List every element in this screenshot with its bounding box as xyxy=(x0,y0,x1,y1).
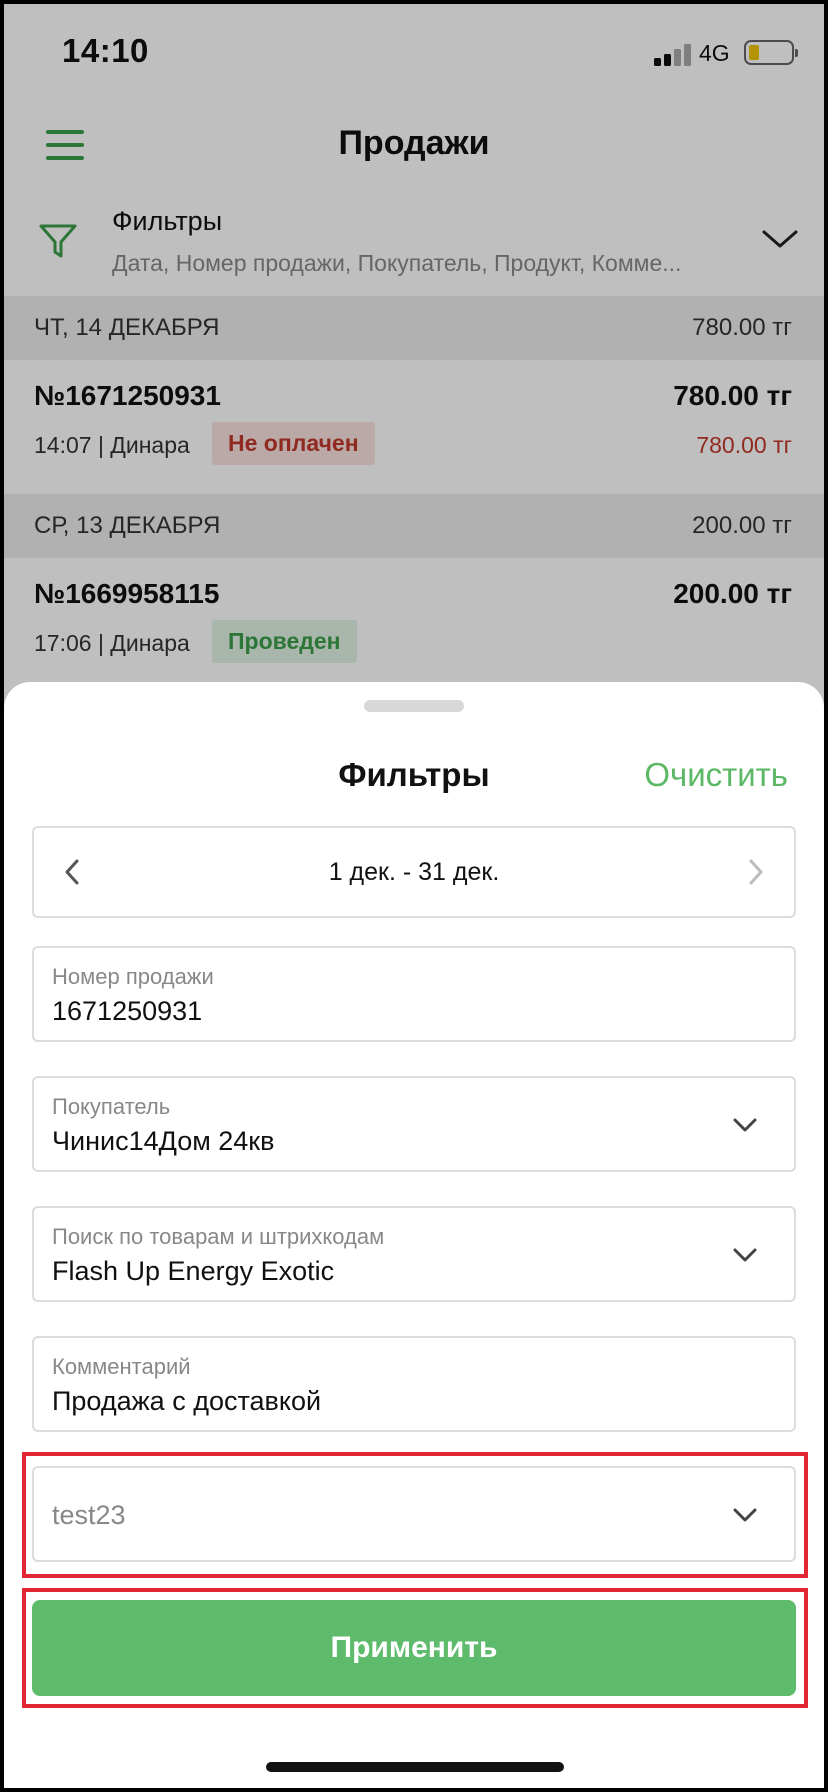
field-placeholder: test23 xyxy=(52,1500,126,1530)
field-label: Комментарий xyxy=(52,1354,191,1379)
field-label: Поиск по товарам и штрихкодам xyxy=(52,1224,385,1249)
field-value: Продажа с доставкой xyxy=(52,1386,322,1416)
date-range-selector: 1 дек. - 31 дек. xyxy=(32,826,796,918)
field-value: Чинис14Дом 24кв xyxy=(52,1126,275,1156)
filters-bottom-sheet: Фильтры Очистить 1 дек. - 31 дек. Номер … xyxy=(4,682,824,1788)
phone-screen: 14:10 4G Продажи Фильтры Дата, Номер про… xyxy=(4,4,824,1788)
date-range-label[interactable]: 1 дек. - 31 дек. xyxy=(34,858,794,887)
field-label: Покупатель xyxy=(52,1094,171,1119)
chevron-right-icon[interactable] xyxy=(746,858,766,886)
chevron-down-icon xyxy=(733,1508,757,1522)
home-indicator[interactable] xyxy=(266,1762,564,1772)
clear-filters-button[interactable]: Очистить xyxy=(644,756,788,794)
sale-number-field[interactable]: Номер продажи 1671250931 xyxy=(32,946,796,1042)
product-search-select[interactable]: Поиск по товарам и штрихкодам Flash Up E… xyxy=(32,1206,796,1302)
apply-button[interactable]: Применить xyxy=(32,1600,796,1696)
chevron-down-icon xyxy=(733,1118,757,1132)
comment-field[interactable]: Комментарий Продажа с доставкой xyxy=(32,1336,796,1432)
chevron-down-icon xyxy=(733,1248,757,1262)
buyer-select[interactable]: Покупатель Чинис14Дом 24кв xyxy=(32,1076,796,1172)
field-value: 1671250931 xyxy=(52,996,203,1026)
field-value: Flash Up Energy Exotic xyxy=(52,1256,335,1286)
field-label: Номер продажи xyxy=(52,964,214,989)
extra-filter-select[interactable]: test23 xyxy=(32,1466,796,1562)
sheet-drag-handle[interactable] xyxy=(364,700,464,712)
